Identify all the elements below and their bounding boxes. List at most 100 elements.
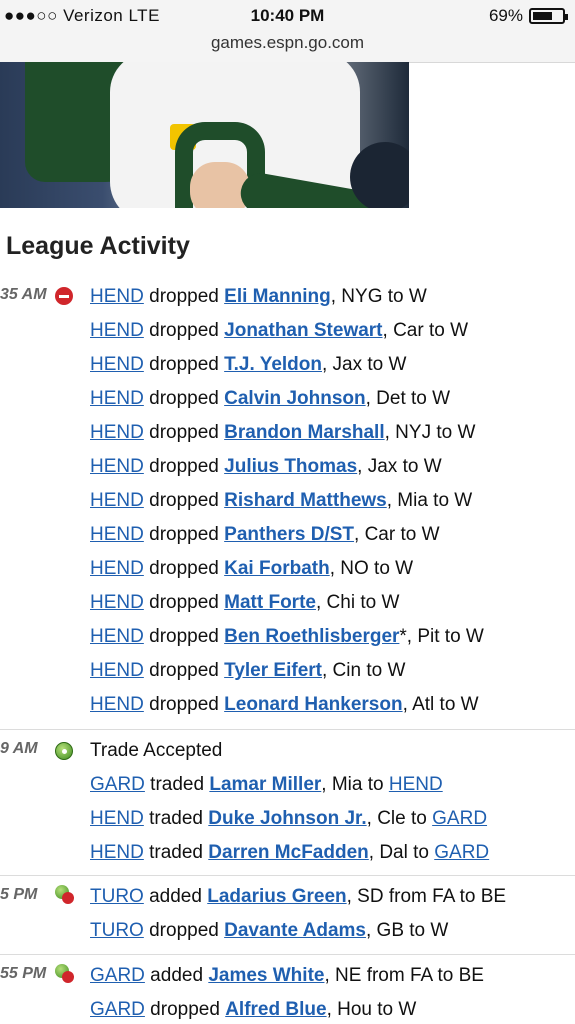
group-divider [0,875,575,876]
activity-detail: , Cle to [366,808,433,829]
activity-line: GARD added James White, NE from FA to BE [90,965,484,987]
team-link[interactable]: HEND [90,592,144,613]
team-link[interactable]: TURO [90,920,144,941]
group-divider [0,729,575,730]
trade-icon [55,742,73,760]
activity-line: HEND dropped Jonathan Stewart, Car to W [90,320,468,342]
player-link[interactable]: Julius Thomas [224,456,357,477]
team-link[interactable]: HEND [90,808,144,829]
player-link[interactable]: Ben Roethlisberger [224,626,399,647]
activity-detail: , GB to W [365,920,449,941]
team-link[interactable]: HEND [90,490,144,511]
activity-header: Trade Accepted [90,740,223,761]
activity-time: 35 AM [0,286,47,303]
activity-line: HEND dropped Panthers D/ST, Car to W [90,524,440,546]
activity-detail: , Chi to W [315,592,400,613]
drop-icon [55,287,73,305]
activity-detail: , NE from FA to BE [324,965,484,986]
activity-action: traded [143,842,209,863]
team-link[interactable]: HEND [90,388,144,409]
activity-action: dropped [143,694,225,715]
team-link[interactable]: GARD [90,965,145,986]
team-link[interactable]: HEND [90,694,144,715]
url-bar[interactable]: games.espn.go.com [0,33,575,53]
player-link[interactable]: Leonard Hankerson [224,694,402,715]
activity-detail: , Dal to [368,842,435,863]
player-link[interactable]: Panthers D/ST [224,524,354,545]
hero-image [0,62,409,208]
player-link[interactable]: Tyler Eifert [224,660,322,681]
activity-action: dropped [143,626,225,647]
activity-detail: , SD from FA to BE [346,886,507,907]
team-link[interactable]: HEND [90,286,144,307]
activity-line: HEND dropped T.J. Yeldon, Jax to W [90,354,406,376]
activity-detail: , Hou to W [326,999,417,1020]
activity-action: dropped [143,354,225,375]
activity-line: TURO added Ladarius Green, SD from FA to… [90,886,506,908]
activity-detail: , Cin to W [322,660,406,681]
team-link[interactable]: HEND [90,660,144,681]
activity-action: dropped [143,490,225,511]
activity-line: GARD dropped Alfred Blue, Hou to W [90,999,416,1021]
team-link[interactable]: GARD [90,774,145,795]
player-link[interactable]: James White [208,965,324,986]
player-link[interactable]: Davante Adams [224,920,366,941]
team-link[interactable]: HEND [90,558,144,579]
player-link[interactable]: Jonathan Stewart [224,320,382,341]
player-link[interactable]: Brandon Marshall [224,422,384,443]
activity-line: HEND dropped Leonard Hankerson, Atl to W [90,694,479,716]
player-link[interactable]: Ladarius Green [207,886,346,907]
player-link[interactable]: Matt Forte [224,592,316,613]
team-link[interactable]: HEND [90,320,144,341]
activity-action: dropped [143,286,225,307]
activity-line: HEND dropped Tyler Eifert, Cin to W [90,660,405,682]
activity-action: dropped [143,660,225,681]
team-link[interactable]: HEND [90,842,144,863]
player-link[interactable]: Duke Johnson Jr. [208,808,366,829]
activity-detail: , NYG to W [330,286,427,307]
team-link[interactable]: GARD [90,999,145,1020]
player-link[interactable]: T.J. Yeldon [224,354,322,375]
team-link[interactable]: TURO [90,886,144,907]
player-link[interactable]: Calvin Johnson [224,388,365,409]
activity-line: HEND dropped Ben Roethlisberger*, Pit to… [90,626,484,648]
activity-action: dropped [143,920,225,941]
status-bar: ●●●○○ Verizon LTE 10:40 PM 69% games.esp… [0,0,575,63]
activity-line: HEND traded Darren McFadden, Dal to GARD [90,842,489,864]
player-link[interactable]: Lamar Miller [209,774,321,795]
team-link[interactable]: GARD [432,808,487,829]
activity-detail: , NO to W [329,558,414,579]
activity-action: dropped [143,320,225,341]
team-link[interactable]: GARD [434,842,489,863]
activity-action: dropped [143,422,225,443]
activity-action: added [144,965,209,986]
activity-action: dropped [143,592,225,613]
player-link[interactable]: Darren McFadden [208,842,368,863]
player-link[interactable]: Kai Forbath [224,558,330,579]
team-link[interactable]: HEND [90,354,144,375]
activity-detail: , Jax to W [357,456,442,477]
team-link[interactable]: HEND [90,524,144,545]
team-link[interactable]: HEND [90,626,144,647]
activity-line: HEND dropped Matt Forte, Chi to W [90,592,399,614]
activity-line: HEND dropped Calvin Johnson, Det to W [90,388,450,410]
activity-action: traded [144,774,210,795]
activity-time: 5 PM [0,886,38,903]
player-link[interactable]: Eli Manning [224,286,331,307]
activity-action: dropped [144,999,226,1020]
activity-line: HEND dropped Eli Manning, NYG to W [90,286,427,308]
activity-time: 9 AM [0,740,38,757]
activity-detail: *, Pit to W [399,626,484,647]
activity-time: 55 PM [0,965,47,982]
team-link[interactable]: HEND [90,456,144,477]
battery-status: 69% [489,6,568,26]
player-link[interactable]: Alfred Blue [225,999,326,1020]
activity-action: added [143,886,208,907]
team-link[interactable]: HEND [389,774,443,795]
activity-line: GARD traded Lamar Miller, Mia to HEND [90,774,443,796]
player-link[interactable]: Rishard Matthews [224,490,387,511]
drop-icon [62,892,74,904]
team-link[interactable]: HEND [90,422,144,443]
activity-line: HEND traded Duke Johnson Jr., Cle to GAR… [90,808,487,830]
group-divider [0,954,575,955]
